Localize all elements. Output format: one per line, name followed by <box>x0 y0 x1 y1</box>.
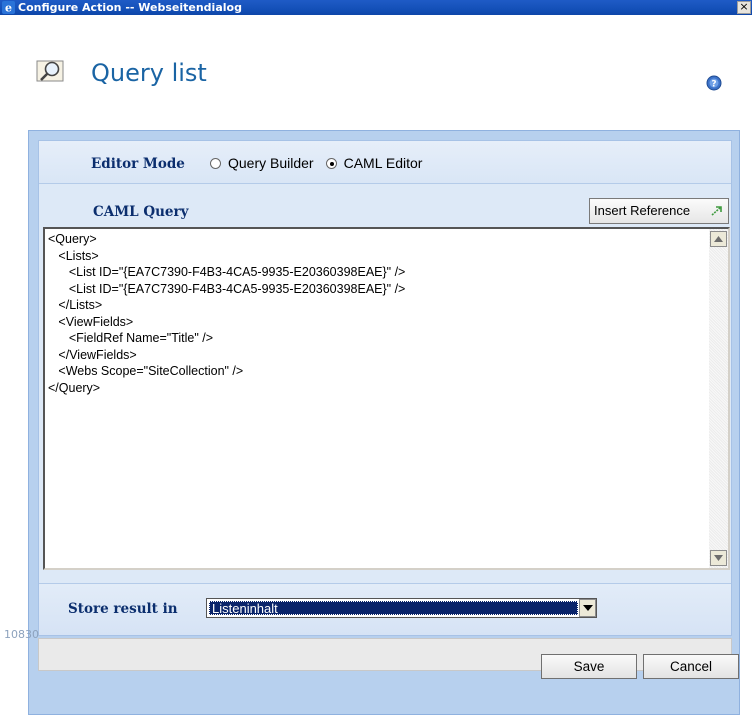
editor-mode-row: Editor Mode Query Builder CAML Editor <box>39 141 731 184</box>
close-button[interactable]: × <box>737 1 751 14</box>
store-result-select[interactable]: Listeninhalt <box>206 598 597 618</box>
store-result-label: Store result in <box>68 601 178 617</box>
window-titlebar[interactable]: e Configure Action -- Webseitendialog × <box>0 0 752 15</box>
vertical-scrollbar[interactable] <box>709 229 728 568</box>
page-title: Query list <box>91 59 207 87</box>
window-title: Configure Action -- Webseitendialog <box>18 1 242 14</box>
query-builder-radio[interactable] <box>210 157 221 169</box>
help-icon[interactable]: ? <box>706 75 722 91</box>
insert-reference-button[interactable]: Insert Reference <box>589 198 729 224</box>
caml-query-label: CAML Query <box>93 204 189 220</box>
query-builder-label[interactable]: Query Builder <box>228 155 314 171</box>
caml-editor-label[interactable]: CAML Editor <box>344 155 423 171</box>
ie-icon: e <box>2 1 15 14</box>
insert-reference-label: Insert Reference <box>594 203 691 218</box>
scroll-down-icon[interactable] <box>710 550 727 566</box>
page-header: Query list ? <box>0 15 752 130</box>
save-button[interactable]: Save <box>541 654 637 679</box>
svg-text:?: ? <box>711 80 716 90</box>
svg-text:e: e <box>5 2 12 15</box>
store-result-selected-value: Listeninhalt <box>209 601 578 616</box>
editor-mode-radio-group: Query Builder CAML Editor <box>210 155 428 171</box>
magnifier-query-icon <box>36 60 64 82</box>
cancel-button[interactable]: Cancel <box>643 654 739 679</box>
chevron-down-icon[interactable] <box>579 599 596 617</box>
action-id: 10830 <box>4 628 39 641</box>
caml-editor-textarea[interactable]: <Query> <Lists> <List ID="{EA7C7390-F4B3… <box>43 227 730 570</box>
caml-editor-radio[interactable] <box>325 157 337 169</box>
editor-mode-label: Editor Mode <box>91 156 185 172</box>
store-result-row: Store result in Listeninhalt <box>39 583 731 635</box>
form-panel: Editor Mode Query Builder CAML Editor CA… <box>38 140 732 636</box>
arrow-icon <box>711 206 722 216</box>
caml-query-text: <Query> <Lists> <List ID="{EA7C7390-F4B3… <box>48 232 406 395</box>
scroll-up-icon[interactable] <box>710 231 727 247</box>
dialog-frame: Editor Mode Query Builder CAML Editor CA… <box>28 130 740 715</box>
